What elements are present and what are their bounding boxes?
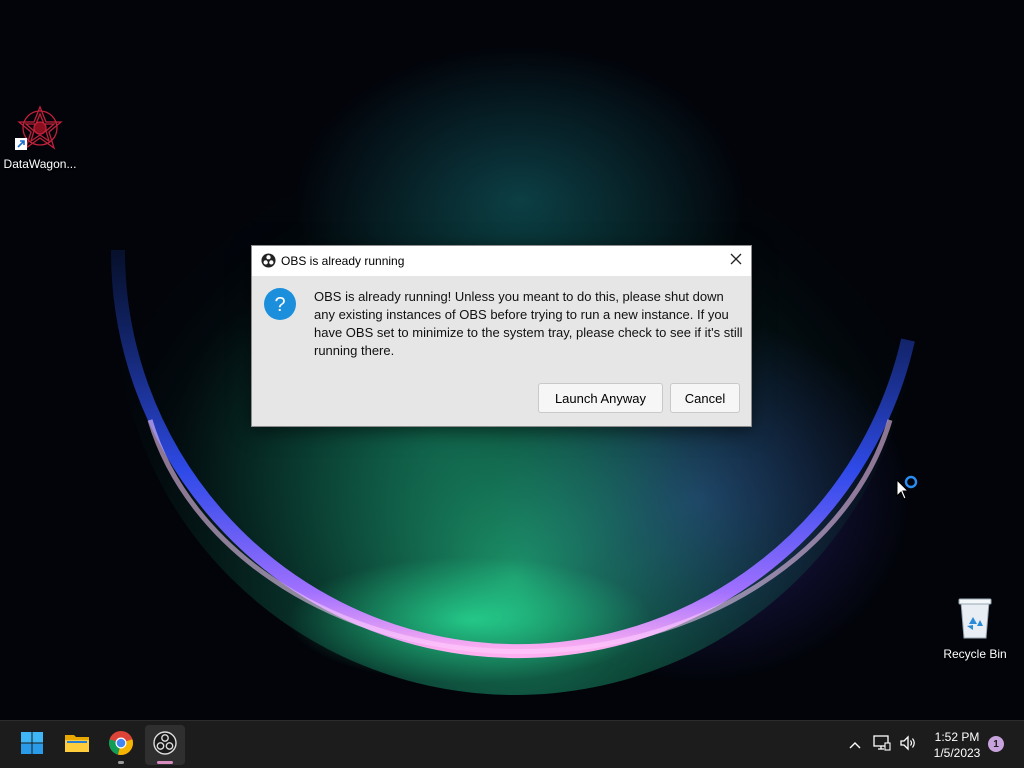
start-button[interactable]: [12, 725, 52, 765]
dialog-titlebar[interactable]: OBS is already running: [252, 246, 751, 276]
question-icon: ?: [263, 287, 297, 326]
chrome-icon: [108, 730, 134, 761]
dialog-message: OBS is already running! Unless you meant…: [314, 289, 743, 358]
launch-anyway-button[interactable]: Launch Anyway: [538, 383, 663, 413]
show-hidden-icons-button[interactable]: [844, 721, 866, 768]
notification-badge[interactable]: 1: [988, 736, 1004, 752]
taskbar-chrome[interactable]: [101, 725, 141, 765]
recycle-bin-icon: [953, 598, 997, 645]
taskbar: 1:52 PM 1/5/2023: [0, 720, 1024, 768]
desktop-shortcut-recycle-bin[interactable]: Recycle Bin: [935, 594, 1015, 661]
windows-start-icon: [20, 731, 44, 760]
desktop-shortcut-datawagon[interactable]: DataWagon...: [0, 104, 80, 171]
cancel-button[interactable]: Cancel: [670, 383, 740, 413]
busy-cursor-icon: [895, 474, 921, 507]
desktop-icon-label: DataWagon...: [3, 157, 77, 171]
desktop-icon-label: Recycle Bin: [943, 647, 1007, 661]
network-icon: [873, 734, 891, 756]
clock-time: 1:52 PM: [934, 730, 980, 744]
svg-text:?: ?: [274, 294, 285, 316]
volume-icon: [899, 734, 917, 756]
taskbar-file-explorer[interactable]: [57, 725, 97, 765]
obs-icon: [261, 253, 276, 273]
obs-already-running-dialog: OBS is already running ? OBS is already …: [251, 245, 752, 427]
clock-date: 1/5/2023: [933, 746, 981, 760]
folder-icon: [64, 732, 90, 759]
close-icon: [730, 252, 742, 270]
dialog-title: OBS is already running: [281, 254, 405, 268]
volume-button[interactable]: [897, 721, 919, 768]
taskbar-obs[interactable]: [145, 725, 185, 765]
chevron-up-icon: [849, 736, 861, 754]
network-button[interactable]: [871, 721, 893, 768]
shortcut-arrow-icon: [15, 138, 27, 150]
close-button[interactable]: [721, 246, 751, 276]
clock[interactable]: 1:52 PM 1/5/2023: [924, 729, 990, 761]
obs-icon: [153, 730, 177, 760]
active-indicator: [157, 761, 173, 764]
running-indicator: [118, 761, 124, 764]
